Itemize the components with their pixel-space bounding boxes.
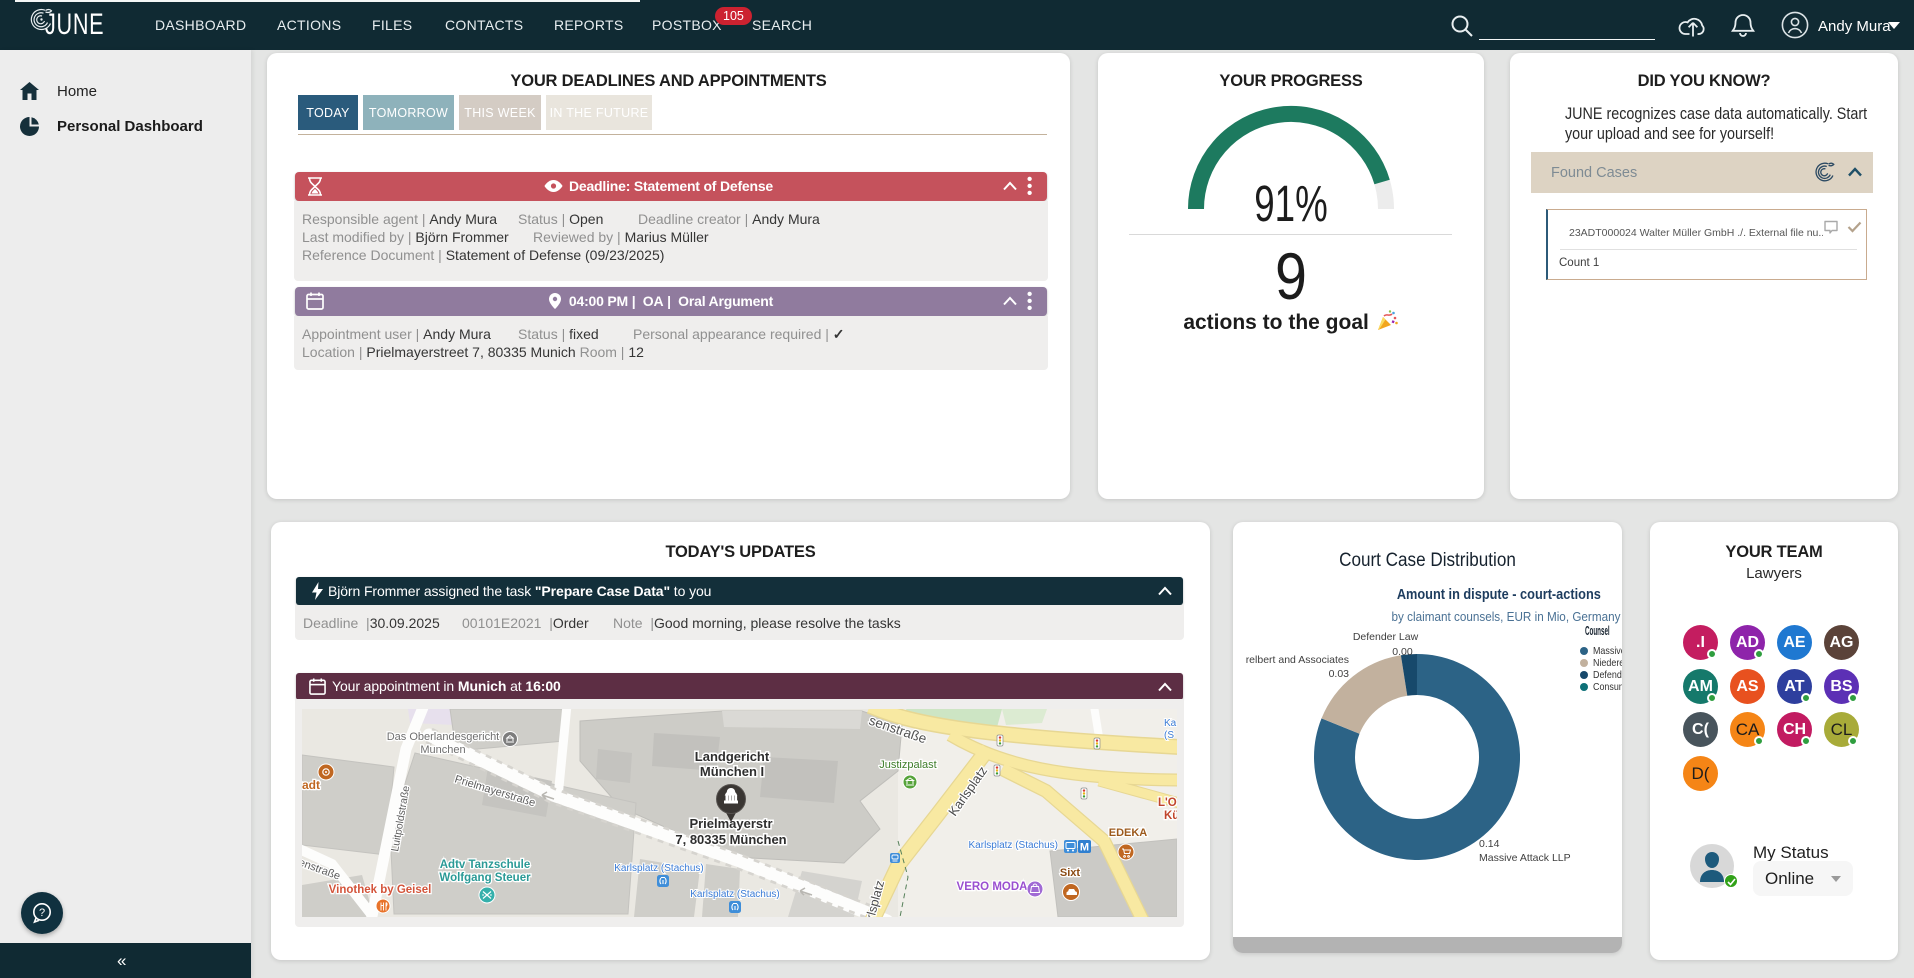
svg-text:Karlsplatz (Stachus): Karlsplatz (Stachus) (690, 889, 779, 900)
svg-text:Ka: Ka (1164, 718, 1177, 729)
svg-text:L'Ost: L'Ost (1158, 797, 1177, 809)
svg-text:?: ? (39, 907, 45, 919)
svg-text:M: M (1080, 842, 1089, 854)
svg-text:Adtv Tanzschule: Adtv Tanzschule (440, 859, 531, 871)
svg-text:(S: (S (1164, 730, 1174, 741)
svg-text:7, 80335 München: 7, 80335 München (675, 832, 786, 847)
svg-text:Das Oberlandesgericht: Das Oberlandesgericht (387, 731, 500, 743)
svg-text:Landgericht: Landgericht (695, 749, 770, 764)
svg-text:Wolfgang Steuer: Wolfgang Steuer (439, 872, 531, 884)
svg-text:tadt: tadt (302, 778, 320, 792)
svg-text:Vinothek by Geisel: Vinothek by Geisel (329, 884, 432, 896)
svg-text:München I: München I (700, 764, 764, 779)
svg-text:Karlsplatz (Stachus): Karlsplatz (Stachus) (614, 863, 703, 874)
svg-text:Sixt: Sixt (1060, 867, 1081, 879)
svg-text:Kü: Kü (1164, 810, 1177, 822)
svg-text:Karlsplatz (Stachus): Karlsplatz (Stachus) (969, 840, 1058, 851)
svg-text:EDEKA: EDEKA (1109, 827, 1148, 839)
svg-text:Justizpalast: Justizpalast (879, 759, 936, 771)
svg-text:VERO MODA: VERO MODA (957, 881, 1028, 893)
svg-text:Munchen: Munchen (420, 744, 465, 756)
